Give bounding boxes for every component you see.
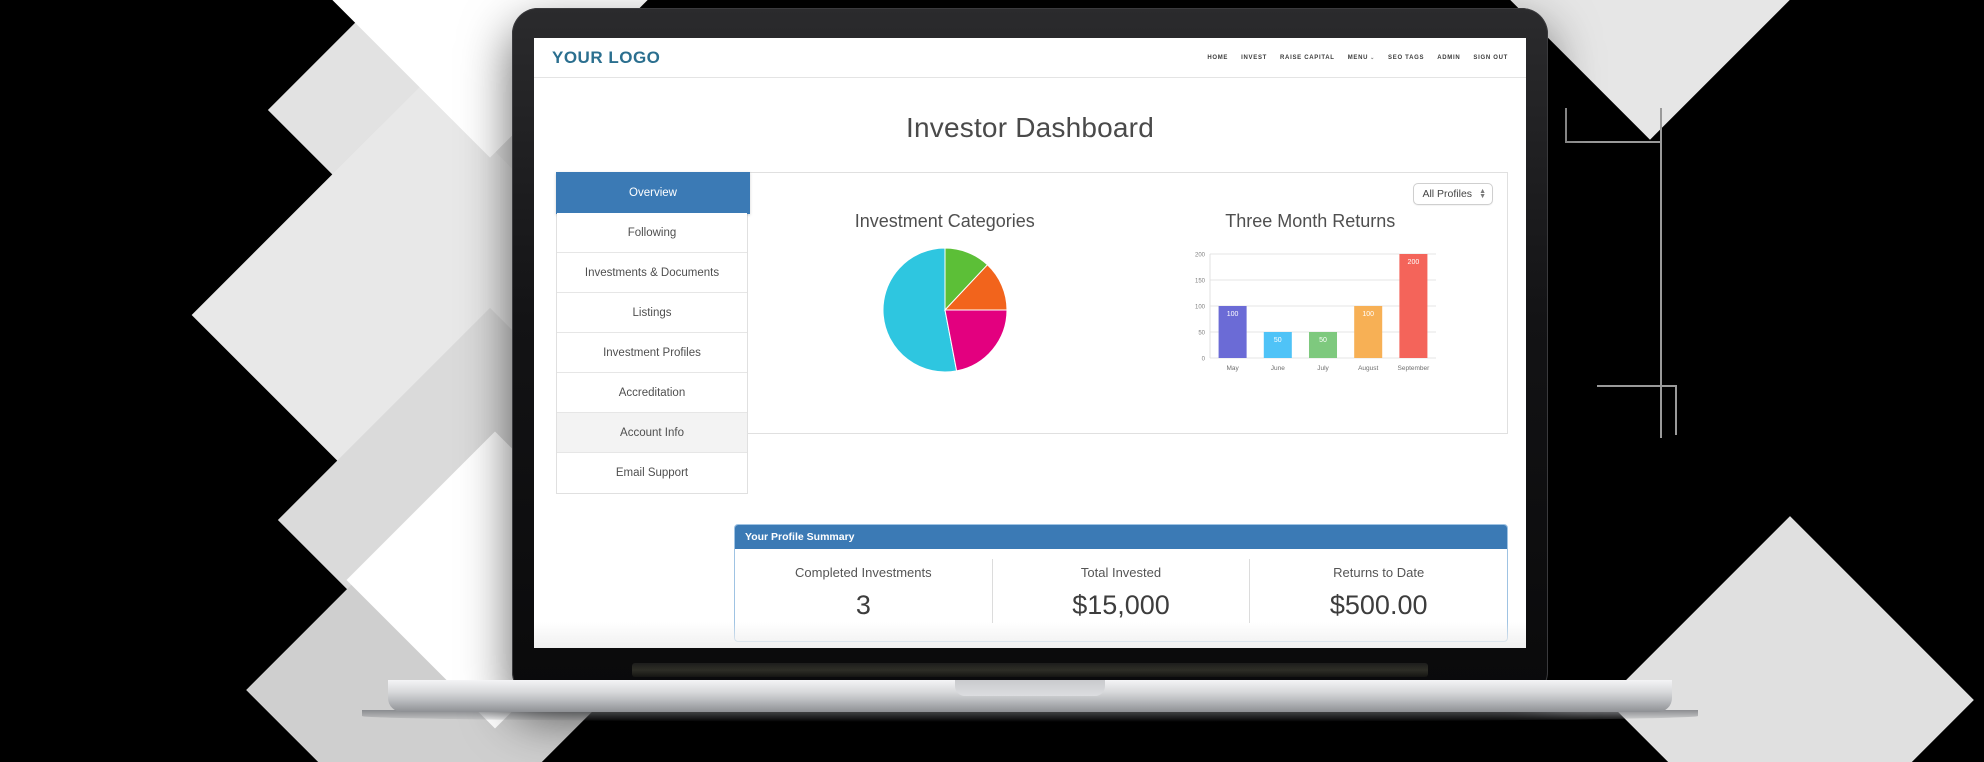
laptop-base-lip [955,680,1105,696]
pie-chart-wrap [762,246,1128,374]
nav-item-menu[interactable]: MENU ⌄ [1348,55,1375,61]
summary-value: $15,000 [1072,590,1170,620]
sidebar-item-label: Accreditation [618,386,686,399]
summary-label: Completed Investments [795,565,932,580]
bar-data-label: 100 [1363,311,1375,318]
bar [1309,332,1338,358]
profile-filter-select[interactable]: All Profiles ▲ ▼ [1413,183,1493,205]
bar-data-label: 200 [1408,259,1420,266]
chart-title: Investment Categories [854,211,1035,231]
charts-row: Investment Categories Three Month Return… [762,211,1493,381]
y-axis-tick-label: 0 [1202,357,1206,363]
page-bottom-fade [534,622,1526,648]
bar-chart-svg: 0 50 100 150 200 100 50 50 100 200 May June July Au… [1195,253,1437,372]
screenshot-stage: YOUR LOGO HOME INVEST RAISE CAPITAL MENU… [0,0,1984,762]
laptop-mockup: YOUR LOGO HOME INVEST RAISE CAPITAL MENU… [362,8,1698,722]
sidebar-item-investment-profiles[interactable]: Investment Profiles [557,333,747,373]
sidebar-item-investments-documents[interactable]: Investments & Documents [557,253,747,293]
x-axis-tick-label: August [1358,365,1378,372]
bar [1399,254,1428,358]
pie-chart-svg [882,247,1008,373]
x-axis-tick-label: July [1317,365,1329,372]
nav-item-sign-out[interactable]: SIGN OUT [1473,55,1508,61]
nav-item-admin[interactable]: ADMIN [1437,55,1460,61]
dashboard-main-panel: All Profiles ▲ ▼ Investment Categories T… [747,172,1508,434]
y-axis-tick-label: 200 [1195,253,1206,259]
site-header: YOUR LOGO HOME INVEST RAISE CAPITAL MENU… [534,38,1526,78]
x-axis-tick-label: June [1271,365,1285,372]
sidebar-item-label: Account Info [620,426,684,439]
nav-item-label: MENU [1347,54,1369,61]
y-axis-tick-label: 150 [1195,279,1206,285]
chevron-down-icon: ⌄ [1370,54,1376,61]
bar-data-label: 100 [1227,311,1239,318]
investment-categories-chart: Investment Categories [762,211,1128,381]
sidebar-item-email-support[interactable]: Email Support [557,453,747,493]
profile-filter-value: All Profiles [1422,188,1473,200]
nav-item-label: SEO TAGS [1388,54,1425,61]
sidebar-item-label: Investments & Documents [584,266,720,279]
toolbar: All Profiles ▲ ▼ [762,183,1493,205]
nav-item-label: RAISE CAPITAL [1280,54,1335,61]
nav-item-label: HOME [1207,54,1229,61]
x-axis-tick-label: May [1227,365,1240,372]
sidebar-item-label: Investment Profiles [603,346,701,359]
dashboard-sidebar: Overview Following Investments & Documen… [556,172,750,494]
nav-item-seo-tags[interactable]: SEO TAGS [1388,55,1424,61]
bar-data-label: 50 [1274,337,1282,344]
decorative-vertical-line [1660,108,1662,438]
three-month-returns-chart: Three Month Returns 0 50 100 150 200 100 50 50… [1128,211,1494,381]
laptop-hinge [632,663,1428,677]
nav-item-home[interactable]: HOME [1207,55,1228,61]
sidebar-item-account-info[interactable]: Account Info [557,413,747,453]
sidebar-item-label: Overview [629,186,677,199]
stepper-down-icon: ▼ [1479,193,1486,200]
bar-chart-wrap: 0 50 100 150 200 100 50 50 100 200 May June July Au… [1128,246,1494,381]
summary-cell-returns-to-date: Returns to Date $500.00 [1250,559,1507,623]
summary-value: $500.00 [1329,590,1428,620]
bar [1264,332,1293,358]
sidebar-item-label: Listings [632,306,672,319]
nav-item-raise-capital[interactable]: RAISE CAPITAL [1280,55,1335,61]
summary-value: 3 [855,590,871,620]
background-shape [1606,516,1974,762]
nav-item-invest[interactable]: INVEST [1241,55,1267,61]
summary-label: Total Invested [1080,565,1162,580]
summary-cell-total-invested: Total Invested $15,000 [993,559,1251,623]
y-axis-tick-label: 50 [1199,331,1206,337]
sidebar-item-listings[interactable]: Listings [557,293,747,333]
page-title: Investor Dashboard [906,112,1154,143]
nav-item-label: INVEST [1241,54,1268,61]
site-logo[interactable]: YOUR LOGO [552,48,660,68]
y-axis-tick-label: 100 [1195,305,1206,311]
laptop-base [388,680,1672,712]
sidebar-item-following[interactable]: Following [557,213,747,253]
nav-item-label: ADMIN [1437,54,1461,61]
summary-cell-completed-investments: Completed Investments 3 [735,559,993,623]
sidebar-item-overview[interactable]: Overview [556,172,750,214]
decorative-corner-line [1597,385,1677,435]
sidebar-item-label: Following [627,226,677,239]
summary-label: Returns to Date [1333,565,1425,580]
x-axis-tick-label: September [1398,365,1431,372]
profile-summary-heading: Your Profile Summary [735,525,1507,549]
stepper-icon[interactable]: ▲ ▼ [1479,188,1486,200]
sidebar-item-label: Email Support [615,467,689,479]
sidebar-item-accreditation[interactable]: Accreditation [557,373,747,413]
decorative-corner-line [1565,108,1660,143]
laptop-screen: YOUR LOGO HOME INVEST RAISE CAPITAL MENU… [534,38,1526,648]
nav-item-label: SIGN OUT [1473,54,1508,61]
bar-data-label: 50 [1319,337,1327,344]
main-navigation: HOME INVEST RAISE CAPITAL MENU ⌄ SEO TAGS [1207,55,1508,61]
chart-title: Three Month Returns [1225,211,1396,231]
dashboard-body: Overview Following Investments & Documen… [534,172,1526,494]
